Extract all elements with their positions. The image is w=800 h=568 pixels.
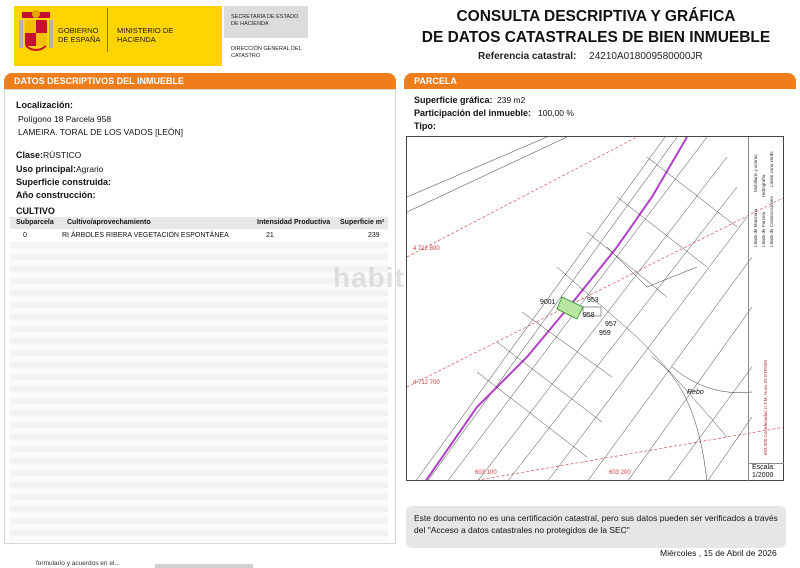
page-title: CONSULTA DESCRIPTIVA Y GRÁFICA DE DATOS … bbox=[400, 6, 792, 48]
coat-of-arms-icon bbox=[19, 10, 53, 51]
logo-divider bbox=[107, 8, 108, 52]
legend-manzana: Límite de Manzana bbox=[753, 208, 758, 247]
legend-crs: 603.300 Coordenadas U.T.M. Huso 29 ETRS8… bbox=[763, 359, 768, 455]
map-scale: Escala: 1/2000 bbox=[748, 463, 784, 481]
uso-value: Agrario bbox=[76, 164, 104, 174]
col-cultivo: Cultivo/aprovechamiento bbox=[67, 219, 151, 226]
legend-zona-verde: Límite zona verde bbox=[769, 151, 774, 187]
col-subparcela: Subparcela bbox=[16, 219, 54, 226]
legend-mobiliario: Mobiliario y aceras bbox=[753, 154, 758, 192]
localizacion-line-2: LAMEIRA. TORAL DE LOS VADOS [LEÓN] bbox=[18, 127, 184, 137]
localizacion-label: Localización: bbox=[16, 100, 74, 110]
cell-subparcela: 0 bbox=[23, 232, 27, 239]
coord-y-bottom: 4 712 700 bbox=[413, 380, 440, 386]
legend-parcela: Límite de Parcela bbox=[761, 211, 766, 247]
superficie-grafica-label: Superficie gráfica: bbox=[414, 95, 493, 105]
cell-superficie: 239 bbox=[368, 232, 380, 239]
municipal-border bbox=[425, 137, 688, 480]
ministerio-label: MINISTERIO DE HACIENDA bbox=[117, 26, 174, 44]
localizacion-line-1: Polígono 18 Parcela 958 bbox=[18, 114, 112, 124]
table-row: 0 RI ÁRBOLES RIBERA VEGETACIÓN ESPONTÁNE… bbox=[10, 230, 388, 241]
secretaria-label: SECRETARÍA DE ESTADO DE HACIENDA bbox=[231, 14, 299, 27]
referencia-row: Referencia catastral: 24210A018009580000… bbox=[478, 51, 703, 62]
superficie-grafica-value: 239 m2 bbox=[497, 95, 526, 105]
col-superficie: Superficie m² bbox=[340, 219, 385, 226]
coord-x-right: 603 200 bbox=[609, 470, 631, 476]
cadastral-map[interactable]: 4 712 800 4 712 700 603 100 603 200 9001… bbox=[406, 136, 784, 481]
referencia-label: Referencia catastral: bbox=[478, 51, 577, 62]
gobierno-label: GOBIERNO DE ESPAÑA bbox=[58, 26, 101, 44]
uso-label: Uso principal: bbox=[16, 164, 77, 174]
cell-intensidad: 21 bbox=[266, 232, 274, 239]
scale-label: Escala: bbox=[752, 464, 775, 471]
cultivo-table-header: Subparcela Cultivo/aprovechamiento Inten… bbox=[10, 217, 388, 229]
clase-value: RÚSTICO bbox=[43, 150, 82, 160]
cell-cultivo: RI ÁRBOLES RIBERA VEGETACIÓN ESPONTÁNEA bbox=[62, 232, 229, 239]
cadastral-map-drawing bbox=[407, 137, 783, 480]
scale-value: 1/2000 bbox=[752, 472, 774, 479]
superficie-construida-label: Superficie construida: bbox=[16, 177, 112, 187]
plot-label-953: 953 bbox=[587, 297, 599, 304]
coord-y-top: 4 712 800 bbox=[413, 246, 440, 252]
anio-construccion-label: Año construcción: bbox=[16, 190, 96, 200]
cultivo-title: CULTIVO bbox=[16, 206, 55, 216]
legend-hidrografia: Hidrografía bbox=[761, 174, 766, 197]
footer-bar bbox=[155, 564, 253, 568]
participacion-value: 100,00 % bbox=[538, 108, 574, 118]
footer-text: formulario y acuerdos en el... bbox=[36, 560, 120, 567]
parcela-header: PARCELA bbox=[404, 73, 796, 89]
plot-label-958: 958 bbox=[583, 312, 595, 319]
plot-label-959: 959 bbox=[599, 330, 611, 337]
datos-descriptivos-header: DATOS DESCRIPTIVOS DEL INMUEBLE bbox=[4, 73, 396, 89]
tipo-label: Tipo: bbox=[414, 121, 436, 131]
title-line-1: CONSULTA DESCRIPTIVA Y GRÁFICA bbox=[456, 8, 736, 25]
legend-construcciones: Límite de Construcciones bbox=[769, 196, 774, 247]
empty-rows-area bbox=[10, 242, 388, 542]
referencia-value: 24210A018009580000JR bbox=[589, 51, 703, 62]
col-intensidad: Intensidad Productiva bbox=[257, 219, 331, 226]
plot-label-9001: 9001 bbox=[540, 299, 556, 306]
clase-label: Clase: bbox=[16, 150, 44, 160]
participacion-label: Participación del inmueble: bbox=[414, 108, 532, 118]
map-legend: Límite de Manzana Límite de Parcela Lími… bbox=[748, 137, 784, 463]
document-date: Miércoles , 15 de Abril de 2026 bbox=[660, 548, 777, 558]
coord-x-left: 603 100 bbox=[475, 470, 497, 476]
verification-note: Este documento no es una certificación c… bbox=[406, 506, 786, 548]
plot-label-957: 957 bbox=[605, 321, 617, 328]
plot-label-rebo: Rebo bbox=[687, 389, 704, 396]
direccion-label: DIRECCIÓN GENERAL DEL CATASTRO bbox=[231, 46, 302, 59]
title-line-2: DE DATOS CATASTRALES DE BIEN INMUEBLE bbox=[421, 29, 771, 46]
